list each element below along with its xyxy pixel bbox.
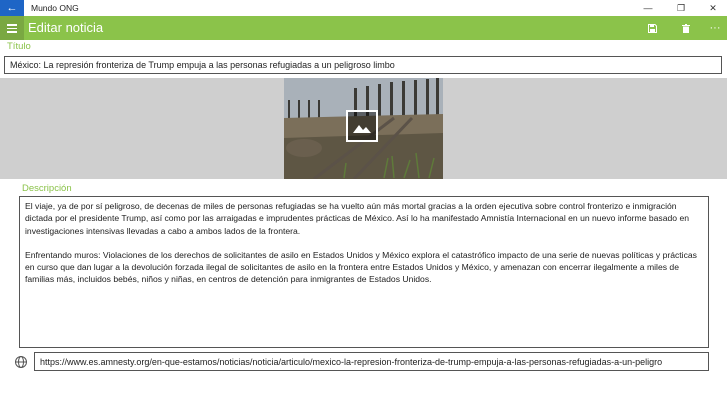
title-input-value: México: La represión fronteriza de Trump…	[10, 60, 395, 70]
restore-icon: ❐	[676, 3, 686, 13]
globe-icon	[15, 356, 27, 368]
description-paragraph: Enfrentando muros: Violaciones de los de…	[25, 249, 697, 285]
window-title: Mundo ONG	[31, 3, 79, 13]
description-textarea[interactable]: El viaje, ya de por sí peligroso, de dec…	[19, 196, 709, 348]
page-title: Editar noticia	[28, 20, 104, 35]
close-button[interactable]: ✕	[701, 0, 725, 16]
hamburger-menu-button[interactable]	[0, 16, 24, 40]
minimize-icon: —	[643, 3, 653, 13]
hamburger-icon	[7, 24, 17, 26]
save-button[interactable]	[640, 16, 664, 40]
back-arrow-icon: ←	[6, 2, 18, 14]
change-image-button[interactable]	[346, 110, 378, 142]
image-icon	[353, 125, 371, 133]
delete-button[interactable]	[674, 16, 698, 40]
maximize-button[interactable]: ❐	[669, 0, 693, 16]
url-input[interactable]: https://www.es.amnesty.org/en-que-estamo…	[34, 352, 709, 371]
hamburger-icon-line	[7, 31, 17, 33]
app-bar: Editar noticia ···	[0, 16, 727, 40]
hamburger-icon-line	[7, 27, 17, 29]
title-label: Título	[7, 41, 31, 52]
more-icon: ···	[709, 22, 721, 34]
back-button[interactable]: ←	[0, 0, 24, 16]
delete-icon	[682, 23, 690, 33]
description-paragraph: El viaje, ya de por sí peligroso, de dec…	[25, 201, 690, 236]
more-options-button[interactable]: ···	[703, 16, 727, 40]
save-icon	[647, 23, 657, 33]
url-input-value: https://www.es.amnesty.org/en-que-estamo…	[40, 357, 663, 367]
close-icon: ✕	[709, 3, 717, 13]
title-input[interactable]: México: La represión fronteriza de Trump…	[4, 56, 722, 74]
description-label: Descripción	[22, 183, 72, 194]
minimize-button[interactable]: —	[636, 0, 660, 16]
window-titlebar: ← Mundo ONG — ❐ ✕	[0, 0, 727, 16]
